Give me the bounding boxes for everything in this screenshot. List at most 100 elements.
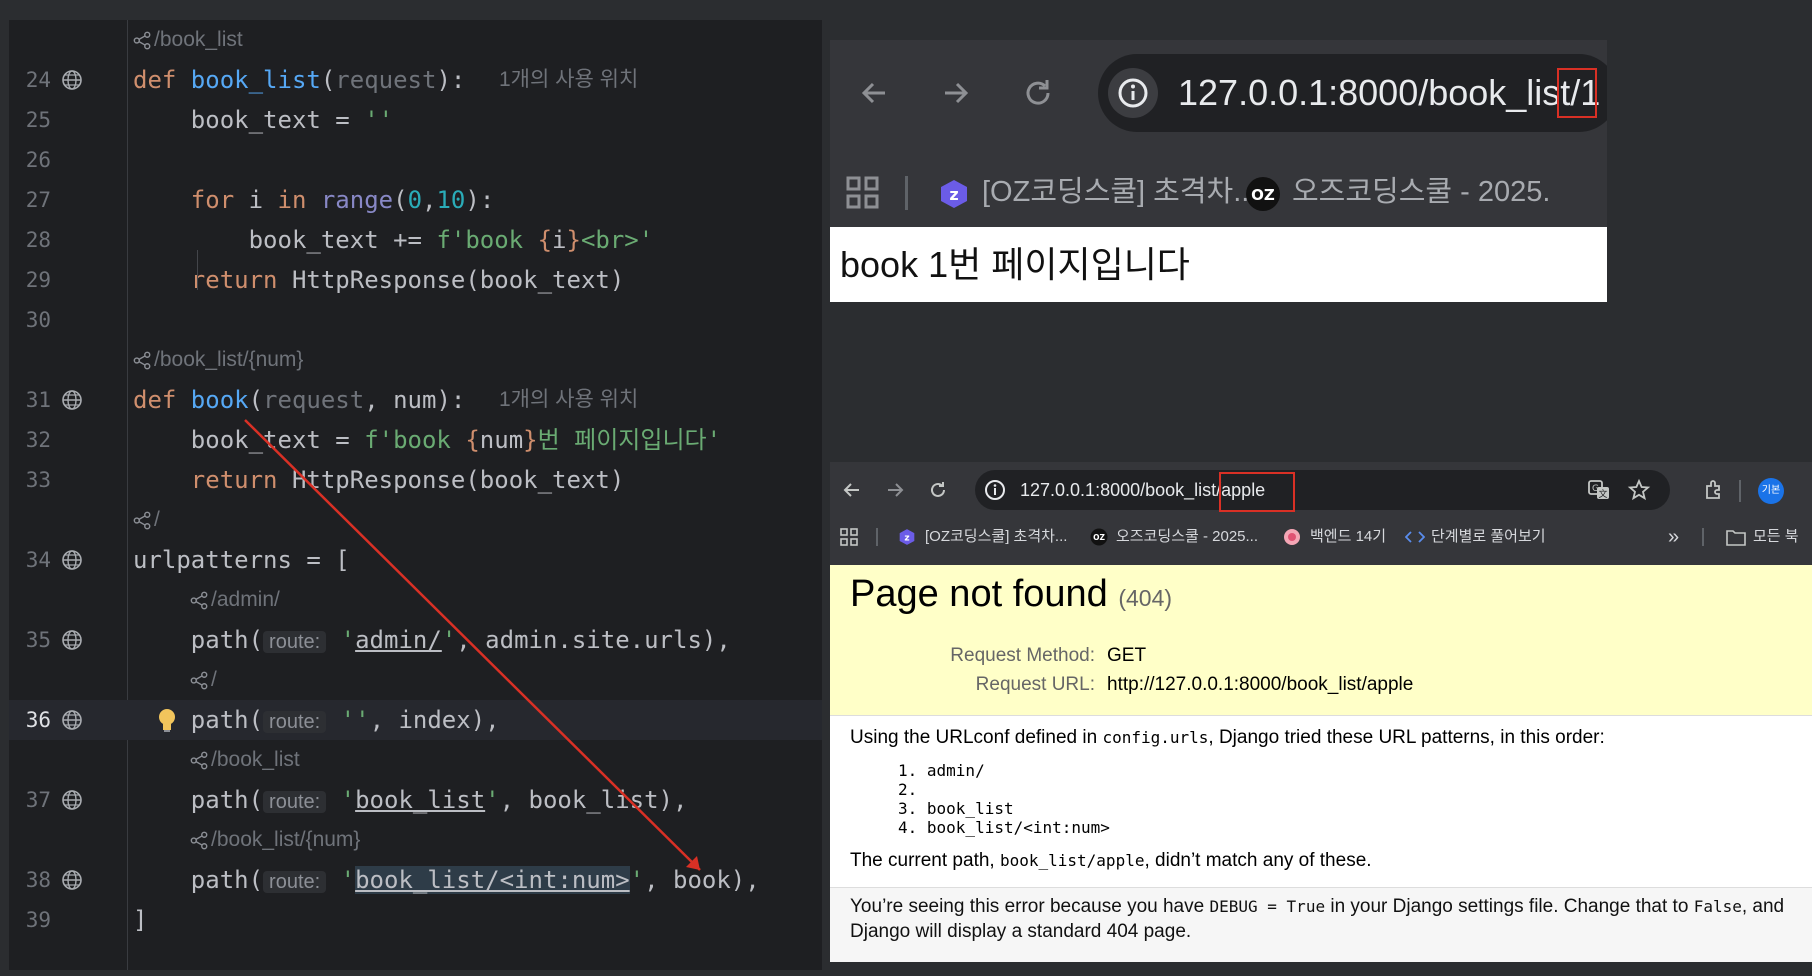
bookmark-oz-course[interactable]: [OZ코딩스쿨] 초격차... <box>925 522 1067 552</box>
code-text[interactable]: return HttpResponse(book_text) <box>133 260 625 300</box>
endpoint-globe-icon[interactable] <box>61 789 83 811</box>
code-text[interactable]: book_text = f'book {num}번 페이지입니다' <box>133 420 721 460</box>
route-hint[interactable]: /book_list/{num} <box>133 340 303 380</box>
address-bar[interactable]: 127.0.0.1:8000/book_list/apple G文 <box>975 470 1670 510</box>
code-text[interactable]: path(route: 'book_list', book_list), <box>133 780 688 822</box>
url-text[interactable]: 127.0.0.1:8000/book_list/1 <box>1178 54 1600 132</box>
translate-icon[interactable]: G文 <box>1587 478 1611 502</box>
code-text[interactable]: path(route: 'admin/', admin.site.urls), <box>133 620 731 662</box>
reload-icon[interactable] <box>926 478 950 502</box>
code-token: ( <box>320 66 336 94</box>
code-text[interactable]: return HttpResponse(book_text) <box>133 460 625 500</box>
svg-text:OZ: OZ <box>1093 533 1105 542</box>
back-icon[interactable] <box>855 73 895 113</box>
profile-avatar[interactable]: 기본 <box>1758 478 1784 504</box>
forward-icon[interactable] <box>935 73 975 113</box>
endpoint-globe-icon[interactable] <box>61 389 83 411</box>
route-hint-line[interactable]: /admin/ <box>9 580 822 620</box>
usage-count-hint[interactable]: 1개의 사용 위치 <box>499 60 638 100</box>
code-line[interactable]: 27 for i in range(0,10): <box>9 180 822 220</box>
apps-grid-icon[interactable] <box>845 175 881 211</box>
star-icon[interactable] <box>1627 478 1651 502</box>
debug-explanation: You’re seeing this error because you hav… <box>830 887 1812 962</box>
forward-icon[interactable] <box>883 478 907 502</box>
code-token: ' <box>340 626 356 654</box>
route-hint-line[interactable]: /book_list/{num} <box>9 340 822 380</box>
code-text[interactable]: path(route: 'book_list/<int:num>', book)… <box>133 860 760 902</box>
code-text[interactable]: urlpatterns = [ <box>133 540 350 580</box>
bookmark-oz-school[interactable]: 오즈코딩스쿨 - 2025... <box>1116 522 1258 552</box>
line-number: 35 <box>25 628 51 652</box>
code-token: path( <box>133 786 264 814</box>
address-bar[interactable]: 127.0.0.1:8000/book_list/1 <box>1098 54 1607 132</box>
code-text[interactable]: def book_list(request): <box>133 60 465 100</box>
code-text[interactable]: for i in range(0,10): <box>133 180 494 220</box>
code-line[interactable]: 25 book_text = '' <box>9 100 822 140</box>
code-token: book_text = <box>133 106 365 134</box>
route-hint-line[interactable]: / <box>9 500 822 540</box>
code-token: ): <box>436 66 466 94</box>
code-token: ' <box>340 786 356 814</box>
route-hint[interactable]: / <box>133 500 160 540</box>
code-line[interactable]: 36 path(route: '', index), <box>9 700 822 740</box>
bookmark-backend[interactable]: 백엔드 14기 <box>1310 522 1386 552</box>
code-text[interactable]: ] <box>133 900 147 940</box>
page-content: book 1번 페이지입니다 <box>830 227 1607 302</box>
code-line[interactable]: 31 def book(request, num): 1개의 사용 위치 <box>9 380 822 420</box>
more-bookmarks-chevron-icon[interactable]: » <box>1668 522 1679 552</box>
site-info-icon[interactable] <box>983 478 1007 502</box>
code-line[interactable]: 24 def book_list(request): 1개의 사용 위치 <box>9 60 822 100</box>
endpoint-globe-icon[interactable] <box>61 69 83 91</box>
code-line[interactable]: 34 urlpatterns = [ <box>9 540 822 580</box>
code-line[interactable]: 38 path(route: 'book_list/<int:num>', bo… <box>9 860 822 900</box>
code-token: admin/ <box>355 626 442 654</box>
code-editor[interactable]: /book_list 24 def book_list(request): 1개의 사… <box>9 20 822 970</box>
code-text[interactable]: book_text = '' <box>133 100 393 140</box>
route-hint-line[interactable]: / <box>9 660 822 700</box>
code-line[interactable]: 32 book_text = f'book {num}번 페이지입니다' <box>9 420 822 460</box>
code-token: { <box>465 426 480 454</box>
back-icon[interactable] <box>840 478 864 502</box>
code-line[interactable]: 30 <box>9 300 822 340</box>
bookmark-step-by-step[interactable]: 단계별로 풀어보기 <box>1431 522 1546 552</box>
route-hint-text: /book_list <box>154 28 243 51</box>
route-hint-line[interactable]: /book_list <box>9 740 822 780</box>
oz-logo-icon: OZ <box>1090 528 1108 546</box>
code-line[interactable]: 26 <box>9 140 822 180</box>
all-bookmarks-label[interactable]: 모든 북 <box>1753 522 1799 552</box>
extensions-icon[interactable] <box>1702 478 1726 502</box>
code-line[interactable]: 28 book_text += f'book {i}<br>' <box>9 220 822 260</box>
route-hint[interactable]: /book_list <box>133 20 243 60</box>
debug-text: You’re seeing this error because you hav… <box>850 894 1800 944</box>
site-info-icon[interactable] <box>1108 68 1158 118</box>
usage-count-hint[interactable]: 1개의 사용 위치 <box>499 380 638 420</box>
route-hint-line[interactable]: /book_list/{num} <box>9 820 822 860</box>
code-token: ' <box>629 866 645 894</box>
reload-icon[interactable] <box>1018 73 1058 113</box>
code-text[interactable]: book_text += f'book {i}<br>' <box>133 220 654 260</box>
bookmark-oz-course[interactable]: [OZ코딩스쿨] 초격차... <box>982 150 1257 235</box>
route-hint[interactable]: /book_list <box>190 740 300 780</box>
code-text[interactable]: path(route: '', index), <box>133 700 500 742</box>
code-line[interactable]: 35 path(route: 'admin/', admin.site.urls… <box>9 620 822 660</box>
endpoint-globe-icon[interactable] <box>61 869 83 891</box>
route-hint-text: / <box>154 508 160 531</box>
code-text[interactable]: def book(request, num): <box>133 380 465 420</box>
code-token: f'book <box>364 426 466 454</box>
code-line[interactable]: 37 path(route: 'book_list', book_list), <box>9 780 822 820</box>
apps-grid-icon[interactable] <box>840 528 858 546</box>
code-line[interactable]: 39] <box>9 900 822 940</box>
code-line[interactable]: 29 return HttpResponse(book_text) <box>9 260 822 300</box>
route-hint[interactable]: /admin/ <box>190 580 280 620</box>
route-hint[interactable]: /book_list/{num} <box>190 820 360 860</box>
endpoint-globe-icon[interactable] <box>61 709 83 731</box>
route-hint[interactable]: / <box>190 660 217 700</box>
endpoint-globe-icon[interactable] <box>61 629 83 651</box>
endpoint-globe-icon[interactable] <box>61 549 83 571</box>
url-pattern: 2. <box>898 780 918 799</box>
route-hint-line[interactable]: /book_list <box>9 20 822 60</box>
bookmark-oz-school[interactable]: 오즈코딩스쿨 - 2025. <box>1292 150 1550 235</box>
code-line[interactable]: 33 return HttpResponse(book_text) <box>9 460 822 500</box>
request-url-value: http://127.0.0.1:8000/book_list/apple <box>1107 674 1414 695</box>
